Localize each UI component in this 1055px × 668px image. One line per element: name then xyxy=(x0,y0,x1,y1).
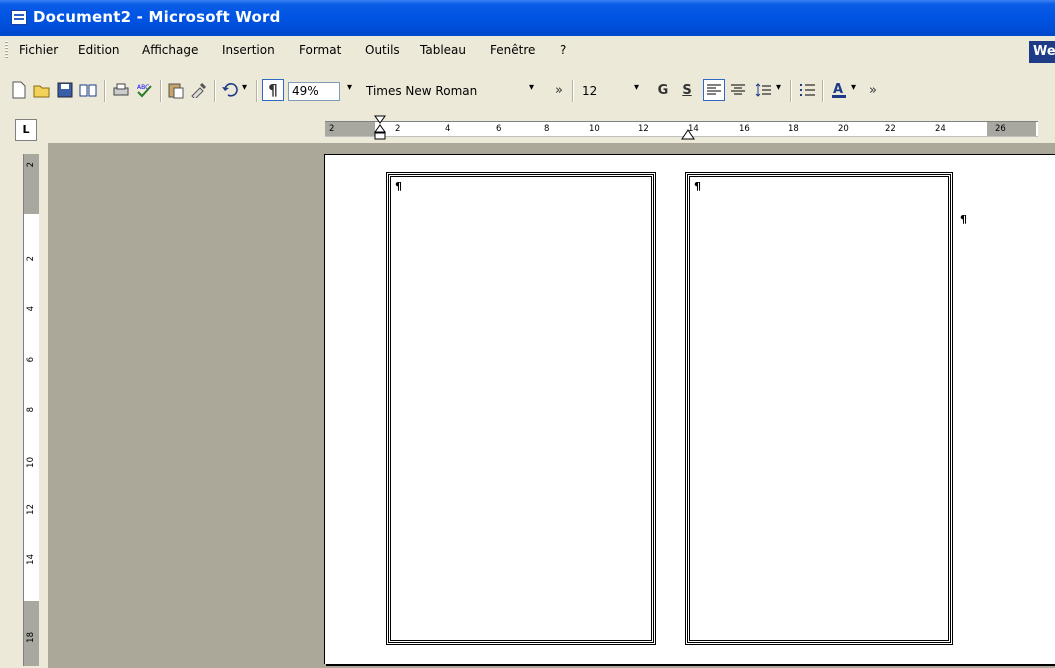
help-question-box[interactable]: We xyxy=(1029,41,1055,63)
ruler-tick: 8 xyxy=(544,124,550,134)
underline-button[interactable]: S xyxy=(676,79,698,101)
word-icon[interactable] xyxy=(11,10,27,25)
frame-inner-border xyxy=(689,176,949,641)
svg-text:A: A xyxy=(833,82,843,97)
paragraph-mark: ¶ xyxy=(395,180,402,193)
bullets-icon[interactable] xyxy=(796,79,818,101)
zoom-dropdown-arrow-icon[interactable]: ▾ xyxy=(347,82,352,93)
show-formatting-icon[interactable]: ¶ xyxy=(262,79,284,101)
ruler-tick: 2 xyxy=(329,124,335,134)
horizontal-ruler-row: L 2 2 4 6 8 10 12 14 16 18 20 22 24 26 xyxy=(0,111,1055,143)
menu-outils[interactable]: Outils xyxy=(365,43,400,57)
tab-selector[interactable]: L xyxy=(15,119,37,141)
menu-help[interactable]: ? xyxy=(560,43,566,57)
ruler-tick: 20 xyxy=(838,124,849,134)
ruler-tick: 2 xyxy=(395,124,401,134)
toolbar-separator xyxy=(790,80,792,102)
ruler-tick: 4 xyxy=(26,306,36,312)
toolbar-separator xyxy=(256,80,258,102)
menu-insertion[interactable]: Insertion xyxy=(222,43,275,57)
size-dropdown-arrow-icon[interactable]: ▾ xyxy=(634,82,639,93)
ruler-tick: 22 xyxy=(885,124,896,134)
menu-format[interactable]: Format xyxy=(299,43,341,57)
ruler-tick: 26 xyxy=(995,124,1006,134)
toolbar-separator xyxy=(160,80,162,102)
toolbar-separator xyxy=(822,80,824,102)
menu-affichage[interactable]: Affichage xyxy=(142,43,198,57)
document-page[interactable]: ¶ ¶ ¶ xyxy=(324,154,1055,664)
ruler-tick: 8 xyxy=(26,407,36,413)
font-color-icon[interactable]: A xyxy=(828,79,850,101)
font-combobox[interactable]: Times New Roman xyxy=(362,82,522,101)
menu-fenetre[interactable]: Fenêtre xyxy=(490,43,535,57)
spellcheck-icon[interactable]: ABC xyxy=(133,79,155,101)
ruler-tick: 12 xyxy=(26,504,36,515)
ruler-tick: 24 xyxy=(935,124,946,134)
new-document-icon[interactable] xyxy=(8,79,30,101)
paragraph-mark: ¶ xyxy=(694,180,701,193)
ruler-tick: 12 xyxy=(638,124,649,134)
toolbar-separator xyxy=(214,80,216,102)
text-frame-right[interactable]: ¶ xyxy=(685,172,953,645)
document-workspace[interactable]: ¶ ¶ ¶ xyxy=(48,143,1055,668)
undo-icon[interactable] xyxy=(219,79,241,101)
print-icon[interactable] xyxy=(110,79,132,101)
undo-dropdown-arrow-icon[interactable]: ▾ xyxy=(242,82,247,93)
ruler-tick: 10 xyxy=(589,124,600,134)
align-center-icon[interactable] xyxy=(727,79,749,101)
text-frame-left[interactable]: ¶ xyxy=(386,172,656,645)
ruler-tick: 6 xyxy=(496,124,502,134)
open-folder-icon[interactable] xyxy=(31,79,53,101)
vertical-ruler[interactable]: 2 2 4 6 8 10 12 14 18 xyxy=(23,154,39,666)
line-spacing-icon[interactable] xyxy=(752,79,774,101)
font-color-dropdown-arrow-icon[interactable]: ▾ xyxy=(851,82,856,93)
ruler-tick: 14 xyxy=(26,554,36,565)
toolbar-separator xyxy=(572,80,574,102)
line-spacing-dropdown-arrow-icon[interactable]: ▾ xyxy=(776,82,781,93)
window-title: Document2 - Microsoft Word xyxy=(33,8,281,26)
save-icon[interactable] xyxy=(54,79,76,101)
ruler-tick: 18 xyxy=(26,632,36,643)
format-painter-icon[interactable] xyxy=(188,79,210,101)
frame-inner-border xyxy=(390,176,652,641)
ruler-tick: 10 xyxy=(26,457,36,468)
research-icon[interactable] xyxy=(77,79,99,101)
menu-grip[interactable] xyxy=(5,41,8,59)
title-bar[interactable]: Document2 - Microsoft Word xyxy=(0,0,1055,36)
ruler-tick: 2 xyxy=(26,162,36,168)
standard-toolbar: ABC ▾ ¶ 49% ▾ Times New Roman ▾ » 12 ▾ G… xyxy=(0,65,1055,112)
font-size-combobox[interactable]: 12 xyxy=(578,82,626,101)
vertical-ruler-column: 2 2 4 6 8 10 12 14 18 xyxy=(0,143,48,668)
paragraph-mark: ¶ xyxy=(960,213,967,226)
menu-edition[interactable]: Edition xyxy=(78,43,120,57)
zoom-combobox[interactable]: 49% xyxy=(288,82,340,101)
toolbar-separator xyxy=(104,80,106,102)
right-indent-marker-icon[interactable] xyxy=(681,128,695,140)
menu-tableau[interactable]: Tableau xyxy=(420,43,466,57)
ruler-tick: 4 xyxy=(445,124,451,134)
ruler-tick: 6 xyxy=(26,357,36,363)
align-left-icon[interactable] xyxy=(703,79,725,101)
menu-fichier[interactable]: Fichier xyxy=(19,43,58,57)
paste-icon[interactable] xyxy=(165,79,187,101)
ruler-tick: 2 xyxy=(26,256,36,262)
menu-bar: Fichier Edition Affichage Insertion Form… xyxy=(0,36,1055,66)
ruler-tick: 16 xyxy=(739,124,750,134)
ruler-tick: 18 xyxy=(788,124,799,134)
toolbar-overflow-icon[interactable]: » xyxy=(548,79,570,101)
indent-marker-icon[interactable] xyxy=(374,115,386,141)
bold-button[interactable]: G xyxy=(652,79,674,101)
font-dropdown-arrow-icon[interactable]: ▾ xyxy=(529,82,534,93)
toolbar-overflow-icon-2[interactable]: » xyxy=(862,79,884,101)
